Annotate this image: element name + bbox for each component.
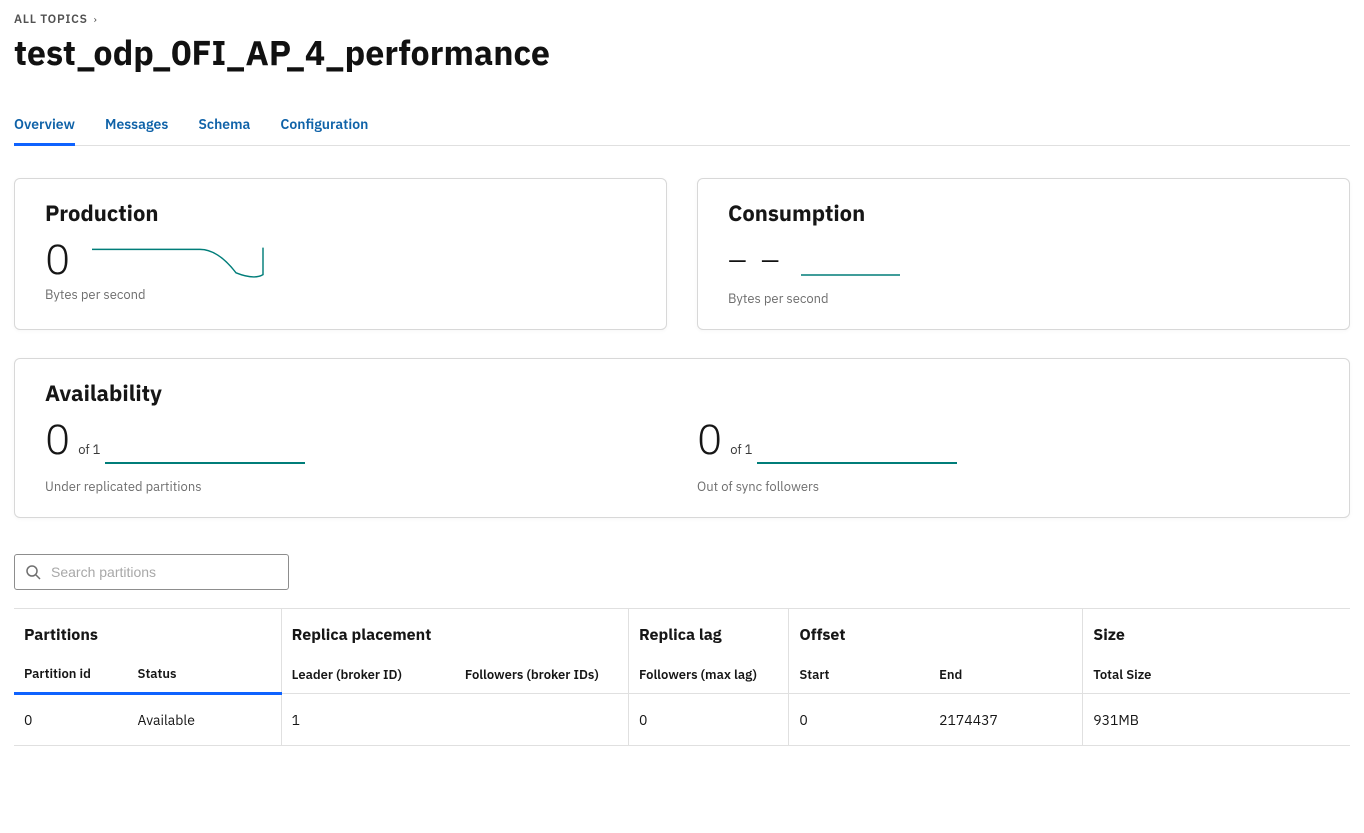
tab-messages[interactable]: Messages: [105, 105, 168, 145]
under-replicated-block: 0 of 1 Under replicated partitions: [45, 418, 667, 495]
partitions-table: Partitions Replica placement Replica lag…: [14, 608, 1350, 746]
cell-start: 0: [789, 694, 929, 746]
production-title: Production: [45, 199, 636, 228]
search-icon: [25, 564, 41, 580]
tab-overview[interactable]: Overview: [14, 105, 75, 145]
out-of-sync-value: 0: [697, 418, 722, 460]
under-replicated-of: of 1: [78, 441, 100, 458]
out-of-sync-block: 0 of 1 Out of sync followers: [697, 418, 1319, 495]
col-status[interactable]: Status: [128, 655, 282, 694]
tab-configuration[interactable]: Configuration: [280, 105, 368, 145]
consumption-card: Consumption – – Bytes per second: [697, 178, 1350, 330]
cell-status: Available: [128, 694, 282, 746]
col-group-replica-lag: Replica lag: [629, 609, 789, 656]
availability-title: Availability: [45, 379, 1319, 408]
table-row[interactable]: 0 Available 1 0 0 2174437 931MB: [14, 694, 1350, 746]
col-followers-max-lag[interactable]: Followers (max lag): [629, 655, 789, 694]
tab-bar: Overview Messages Schema Configuration: [14, 105, 1350, 146]
production-sparkline: [82, 244, 282, 280]
search-partitions-box[interactable]: [14, 554, 289, 590]
col-leader[interactable]: Leader (broker ID): [281, 655, 455, 694]
col-group-partitions: Partitions: [14, 609, 281, 656]
col-total-size[interactable]: Total Size: [1083, 655, 1350, 694]
page-title: test_odp_0FI_AP_4_performance: [14, 31, 1350, 75]
cell-partition-id: 0: [14, 694, 128, 746]
breadcrumb: ALL TOPICS ›: [14, 12, 1350, 27]
cell-total-size: 931MB: [1083, 694, 1350, 746]
chevron-right-icon: ›: [94, 13, 98, 26]
production-value: 0: [45, 238, 70, 280]
consumption-value: – –: [728, 238, 783, 284]
col-group-offset: Offset: [789, 609, 1083, 656]
under-replicated-value: 0: [45, 418, 70, 460]
search-partitions-input[interactable]: [49, 563, 278, 581]
tab-schema[interactable]: Schema: [198, 105, 250, 145]
out-of-sync-of: of 1: [730, 441, 752, 458]
cell-followers: [455, 694, 629, 746]
consumption-caption: Bytes per second: [728, 290, 1319, 307]
col-group-size: Size: [1083, 609, 1350, 656]
col-group-replica-placement: Replica placement: [281, 609, 628, 656]
col-end[interactable]: End: [929, 655, 1083, 694]
production-caption: Bytes per second: [45, 286, 636, 303]
production-card: Production 0 Bytes per second: [14, 178, 667, 330]
col-followers[interactable]: Followers (broker IDs): [455, 655, 629, 694]
col-start[interactable]: Start: [789, 655, 929, 694]
availability-card: Availability 0 of 1 Under replicated par…: [14, 358, 1350, 518]
breadcrumb-all-topics[interactable]: ALL TOPICS: [14, 12, 88, 27]
consumption-sparkline: [795, 248, 915, 284]
cell-end: 2174437: [929, 694, 1083, 746]
consumption-title: Consumption: [728, 199, 1319, 228]
under-replicated-bar: [105, 462, 305, 464]
cell-leader: 1: [281, 694, 455, 746]
under-replicated-caption: Under replicated partitions: [45, 478, 667, 495]
cell-followers-max-lag: 0: [629, 694, 789, 746]
col-partition-id[interactable]: Partition id: [14, 655, 128, 694]
out-of-sync-caption: Out of sync followers: [697, 478, 1319, 495]
out-of-sync-bar: [757, 462, 957, 464]
